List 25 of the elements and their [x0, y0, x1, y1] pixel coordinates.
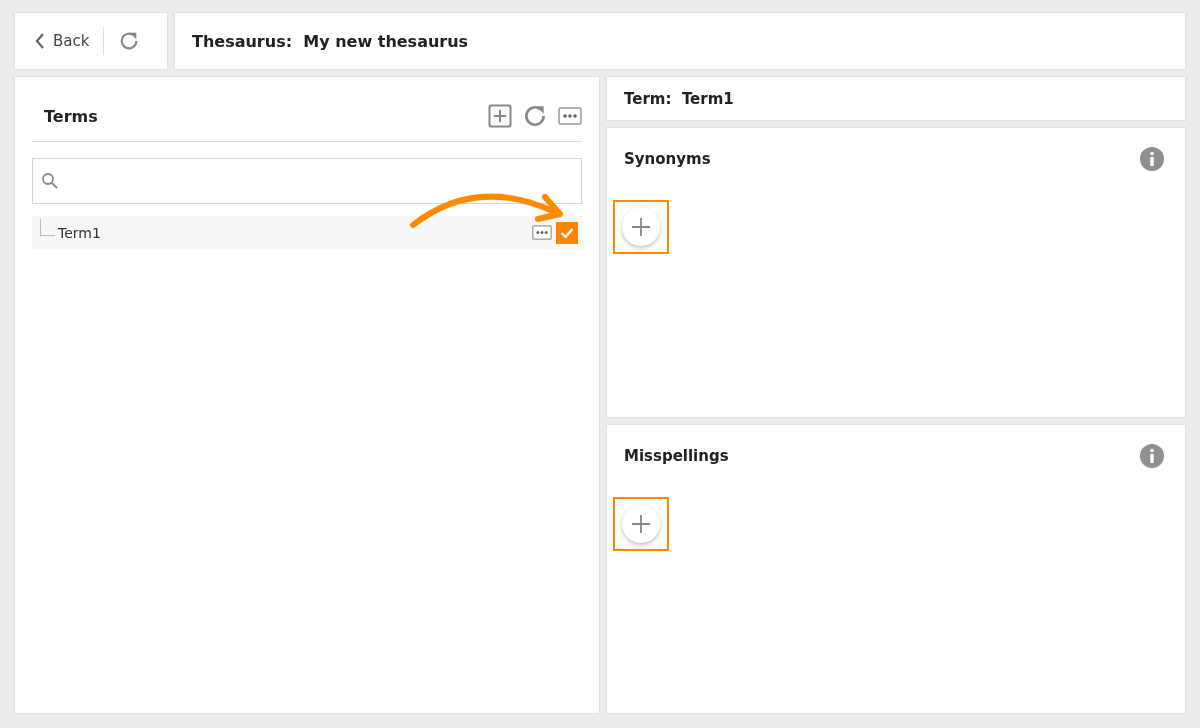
ellipsis-icon: [558, 107, 582, 125]
chevron-left-icon: [35, 33, 45, 49]
ellipsis-icon: [532, 225, 552, 240]
tree-item[interactable]: Term1: [32, 216, 582, 249]
info-icon[interactable]: [1139, 442, 1165, 469]
section-title: Synonyms: [624, 150, 712, 168]
term-label: Term1: [58, 224, 102, 241]
section-title: Misspellings: [624, 446, 730, 465]
more-button[interactable]: [532, 225, 552, 240]
search-icon: [41, 172, 59, 190]
checkmark-icon: [560, 226, 574, 239]
refresh-button[interactable]: [522, 103, 548, 129]
plus-icon: [631, 513, 651, 534]
more-button[interactable]: [558, 107, 582, 125]
info-icon[interactable]: [1139, 146, 1165, 172]
panel-title: Terms: [44, 106, 99, 126]
add-button[interactable]: [622, 504, 660, 543]
add-button[interactable]: [622, 208, 660, 246]
page-title: Thesaurus: My new thesaurus: [192, 31, 469, 51]
term-heading: Term: Term1: [624, 89, 734, 108]
add-term-button[interactable]: [488, 104, 512, 128]
plus-icon: [631, 217, 651, 237]
checkbox[interactable]: [556, 221, 578, 244]
refresh-icon: [522, 103, 548, 129]
plus-square-icon: [488, 104, 512, 128]
